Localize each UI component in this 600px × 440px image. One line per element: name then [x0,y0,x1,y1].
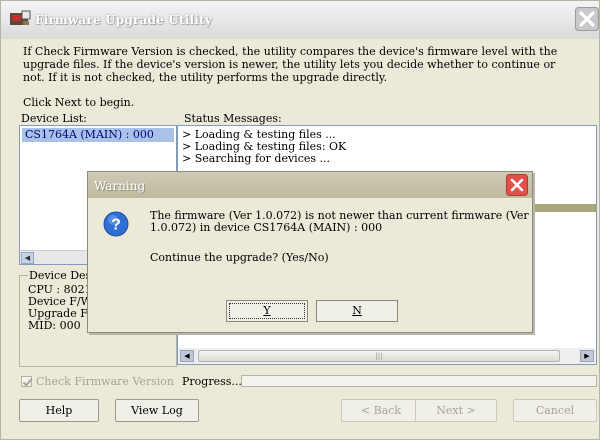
status-messages-label: Status Messages: [184,112,282,125]
yes-button[interactable]: Y [226,300,308,322]
check-firmware-checkbox[interactable]: Check Firmware Version [21,375,174,388]
firmware-upgrade-window: Firmware Upgrade Utility If Check Firmwa… [0,0,600,440]
check-firmware-label: Check Firmware Version [36,375,174,388]
view-log-button[interactable]: View Log [115,399,199,422]
warning-question: Continue the upgrade? (Yes/No) [150,251,329,264]
status-line: > Searching for devices ... [182,152,330,165]
device-list-label: Device List: [21,112,87,125]
window-title: Firmware Upgrade Utility [35,13,212,27]
no-button[interactable]: N [316,300,398,322]
scroll-left-icon[interactable]: ◀ [21,252,34,264]
warning-message: The firmware (Ver 1.0.072) is not newer … [150,209,529,234]
svg-text:?: ? [111,217,121,234]
warning-title: Warning [94,179,146,193]
scroll-left-icon[interactable]: ◀ [180,350,194,362]
status-highlight [534,204,596,212]
app-icon [10,10,31,25]
warning-dialog: Warning ? The firmware (Ver 1.0.072) is … [87,171,533,333]
warning-title-bar[interactable]: Warning [88,172,532,198]
cancel-button[interactable]: Cancel [513,399,597,422]
yes-label: Y [263,304,271,317]
scroll-thumb[interactable]: ||| [198,350,560,362]
no-label: N [352,304,362,317]
intro-text: If Check Firmware Version is checked, th… [23,45,558,84]
question-icon: ? [103,211,129,237]
back-button[interactable]: < Back [341,399,421,422]
device-list-item[interactable]: CS1764A (MAIN) : 000 [22,128,174,142]
close-icon[interactable] [506,174,528,196]
scroll-right-icon[interactable]: ▶ [580,350,594,362]
progress-bar [241,375,597,387]
progress-label: Progress... [182,375,242,388]
next-button[interactable]: Next > [415,399,497,422]
help-button[interactable]: Help [19,399,99,422]
device-mid: MID: 000 [28,319,81,332]
checkbox-icon[interactable] [21,376,32,387]
status-scrollbar[interactable]: ◀ ||| ▶ [178,348,596,364]
close-icon[interactable] [575,7,599,31]
begin-text: Click Next to begin. [23,96,135,109]
title-bar[interactable]: Firmware Upgrade Utility [1,1,599,39]
